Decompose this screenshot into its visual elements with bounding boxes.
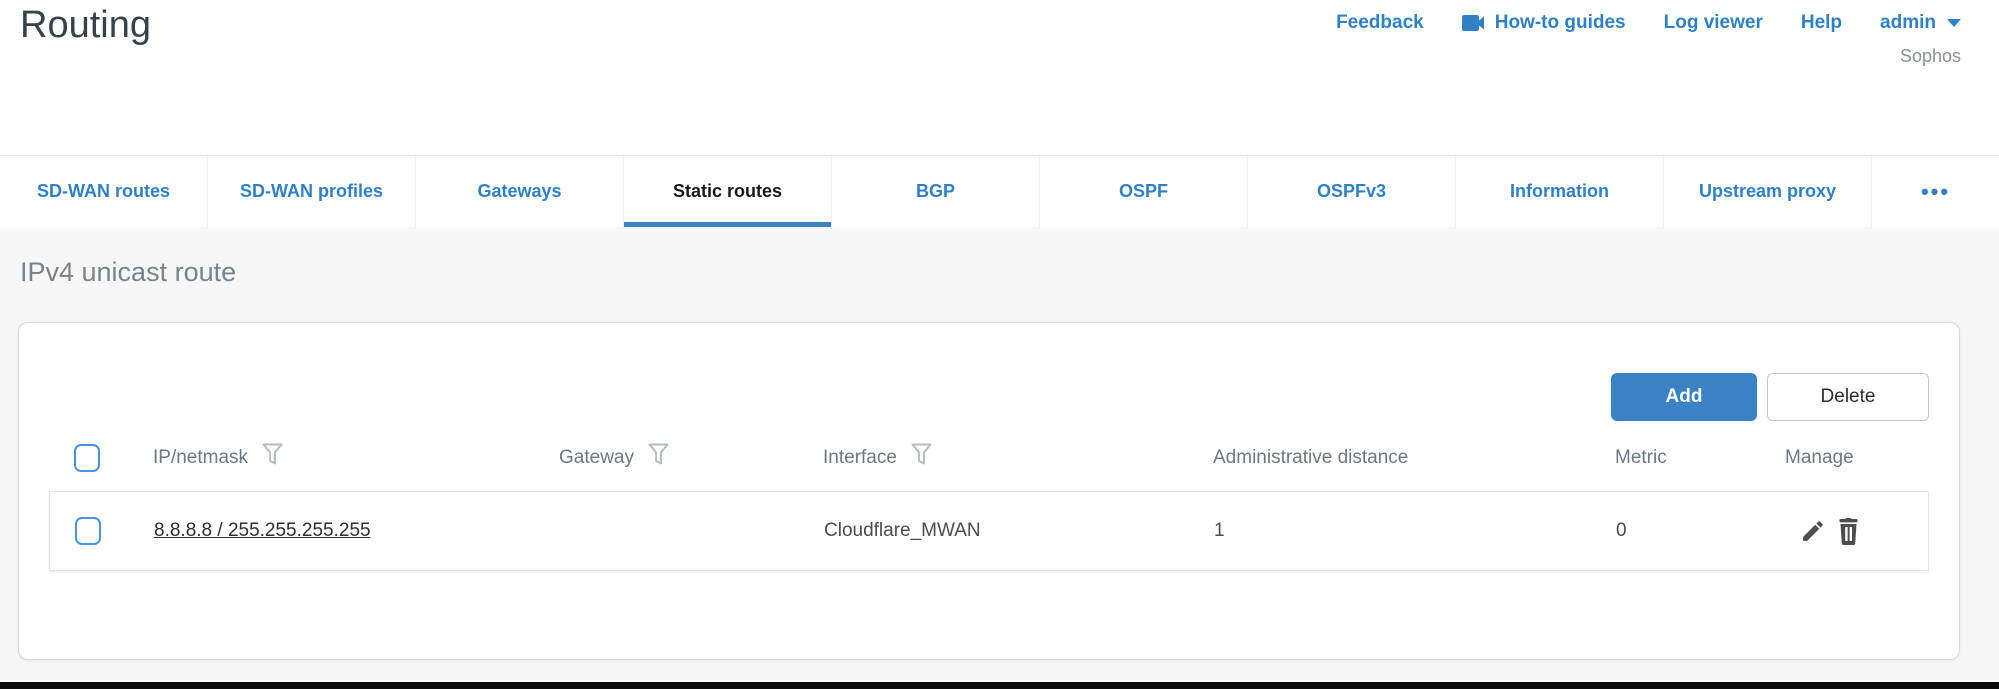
column-label: Metric — [1615, 447, 1667, 469]
tab-ospfv3[interactable]: OSPFv3 — [1248, 156, 1456, 227]
user-name-label: admin — [1880, 12, 1936, 34]
column-header-manage: Manage — [1785, 447, 1929, 469]
section-title: IPv4 unicast route — [20, 257, 236, 288]
tab-gateways[interactable]: Gateways — [416, 156, 624, 227]
log-viewer-label: Log viewer — [1664, 12, 1763, 34]
column-label: Gateway — [559, 447, 634, 469]
feedback-link[interactable]: Feedback — [1336, 12, 1424, 34]
select-all-checkbox[interactable] — [74, 444, 100, 472]
table-row: 8.8.8.8 / 255.255.255.255 Cloudflare_MWA… — [49, 491, 1929, 571]
column-label: Administrative distance — [1213, 447, 1408, 469]
more-tabs-button[interactable]: ••• — [1872, 156, 1999, 227]
user-menu[interactable]: admin — [1880, 12, 1961, 34]
video-camera-icon — [1462, 14, 1486, 32]
funnel-icon[interactable] — [911, 443, 932, 473]
add-button[interactable]: Add — [1611, 373, 1757, 421]
feedback-label: Feedback — [1336, 12, 1424, 34]
column-label: Interface — [823, 447, 897, 469]
admin-distance-cell: 1 — [1214, 520, 1616, 542]
routing-tabbar: SD-WAN routes SD-WAN profiles Gateways S… — [0, 155, 1999, 227]
funnel-icon[interactable] — [648, 443, 669, 473]
chevron-down-icon — [1947, 19, 1961, 27]
funnel-icon[interactable] — [262, 443, 283, 473]
manage-cell — [1786, 518, 1928, 545]
header-select-cell — [49, 444, 153, 472]
ellipsis-icon: ••• — [1921, 179, 1950, 205]
routes-card: Add Delete IP/netmask Gateway Interfac — [18, 322, 1960, 660]
column-label: Manage — [1785, 447, 1854, 469]
column-header-interface: Interface — [823, 443, 1213, 473]
ip-netmask-link[interactable]: 8.8.8.8 / 255.255.255.255 — [154, 520, 371, 541]
tab-static-routes[interactable]: Static routes — [624, 156, 832, 227]
row-checkbox[interactable] — [75, 517, 101, 545]
delete-button[interactable]: Delete — [1767, 373, 1929, 421]
tab-information[interactable]: Information — [1456, 156, 1664, 227]
top-header: Routing Feedback How-to guides Log viewe… — [0, 0, 1999, 155]
org-label: Sophos — [1900, 46, 1961, 67]
help-link[interactable]: Help — [1801, 12, 1842, 34]
tab-sdwan-profiles[interactable]: SD-WAN profiles — [208, 156, 416, 227]
page-title: Routing — [20, 4, 151, 47]
pencil-icon[interactable] — [1800, 518, 1826, 544]
column-header-admin-distance: Administrative distance — [1213, 447, 1615, 469]
howto-guides-link[interactable]: How-to guides — [1462, 12, 1626, 34]
metric-cell: 0 — [1616, 520, 1786, 542]
top-nav: Feedback How-to guides Log viewer Help a… — [1336, 12, 1961, 34]
row-select-cell — [50, 517, 154, 545]
help-label: Help — [1801, 12, 1842, 34]
column-header-ip-netmask: IP/netmask — [153, 443, 559, 473]
tab-sdwan-routes[interactable]: SD-WAN routes — [0, 156, 208, 227]
trash-icon[interactable] — [1836, 518, 1861, 545]
bottom-screen-edge — [0, 682, 1999, 689]
column-header-gateway: Gateway — [559, 443, 823, 473]
tab-upstream-proxy[interactable]: Upstream proxy — [1664, 156, 1872, 227]
tab-bgp[interactable]: BGP — [832, 156, 1040, 227]
tab-ospf[interactable]: OSPF — [1040, 156, 1248, 227]
ip-netmask-cell: 8.8.8.8 / 255.255.255.255 — [154, 520, 560, 542]
content-area: IPv4 unicast route Add Delete IP/netmask… — [0, 227, 1999, 682]
log-viewer-link[interactable]: Log viewer — [1664, 12, 1763, 34]
interface-cell: Cloudflare_MWAN — [824, 520, 1214, 542]
column-header-metric: Metric — [1615, 447, 1785, 469]
column-label: IP/netmask — [153, 447, 248, 469]
table-actions: Add Delete — [1611, 373, 1929, 421]
howto-guides-label: How-to guides — [1495, 12, 1626, 34]
table-header: IP/netmask Gateway Interface Administrat… — [49, 441, 1929, 475]
